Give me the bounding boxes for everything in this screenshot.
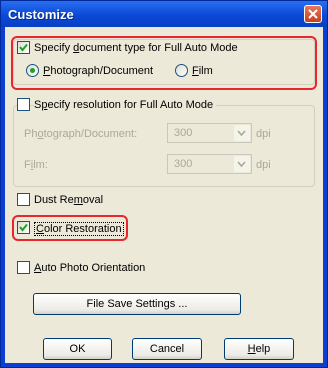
film-label[interactable]: Film [192, 65, 213, 77]
film-resolution-label: Film: [24, 159, 48, 171]
dust-removal-label[interactable]: Dust Removal [34, 194, 103, 206]
ok-button[interactable]: OK [43, 338, 112, 360]
resolution-group [13, 105, 315, 187]
close-icon [308, 9, 318, 19]
help-label: Help [247, 343, 271, 355]
auto-orientation-label[interactable]: Auto Photo Orientation [34, 262, 145, 274]
film-radio[interactable] [175, 64, 188, 77]
photo-document-radio[interactable] [26, 64, 39, 77]
resolution-label[interactable]: Specify resolution for Full Auto Mode [34, 99, 217, 111]
checkmark-icon [19, 43, 28, 52]
dialog-body: Specify document type for Full Auto Mode… [5, 27, 323, 363]
checkmark-icon [19, 223, 28, 232]
auto-orientation-checkbox[interactable] [17, 261, 30, 274]
cancel-button[interactable]: Cancel [132, 338, 202, 360]
dust-removal-checkbox[interactable] [17, 193, 30, 206]
photo-resolution-value: 300 [174, 127, 193, 139]
ok-label: OK [69, 343, 86, 355]
photo-resolution-dropdown[interactable]: 300 [167, 123, 252, 143]
color-restoration-checkbox[interactable] [17, 221, 30, 234]
cancel-label: Cancel [149, 343, 185, 355]
doc-type-checkbox[interactable] [17, 41, 30, 54]
chevron-down-icon[interactable] [234, 156, 250, 172]
color-restoration-label[interactable]: Color Restoration [34, 222, 124, 236]
film-resolution-dropdown[interactable]: 300 [167, 154, 252, 174]
photo-resolution-label: Photograph/Document: [24, 128, 138, 140]
help-button[interactable]: Help [224, 338, 294, 360]
file-save-settings-label: File Save Settings ... [86, 298, 188, 310]
photo-document-label[interactable]: Photograph/Document [43, 65, 153, 77]
film-resolution-value: 300 [174, 158, 193, 170]
chevron-down-icon[interactable] [234, 125, 250, 141]
photo-dpi-unit: dpi [256, 128, 271, 140]
file-save-settings-button[interactable]: File Save Settings ... [33, 293, 241, 315]
window-title: Customize [8, 7, 74, 22]
film-dpi-unit: dpi [256, 159, 271, 171]
customize-dialog: Customize Specify document type for Full… [0, 0, 328, 368]
resolution-checkbox[interactable] [17, 98, 30, 111]
doc-type-label[interactable]: Specify document type for Full Auto Mode [34, 42, 238, 54]
close-button[interactable] [304, 5, 322, 23]
title-bar[interactable]: Customize [1, 1, 327, 27]
